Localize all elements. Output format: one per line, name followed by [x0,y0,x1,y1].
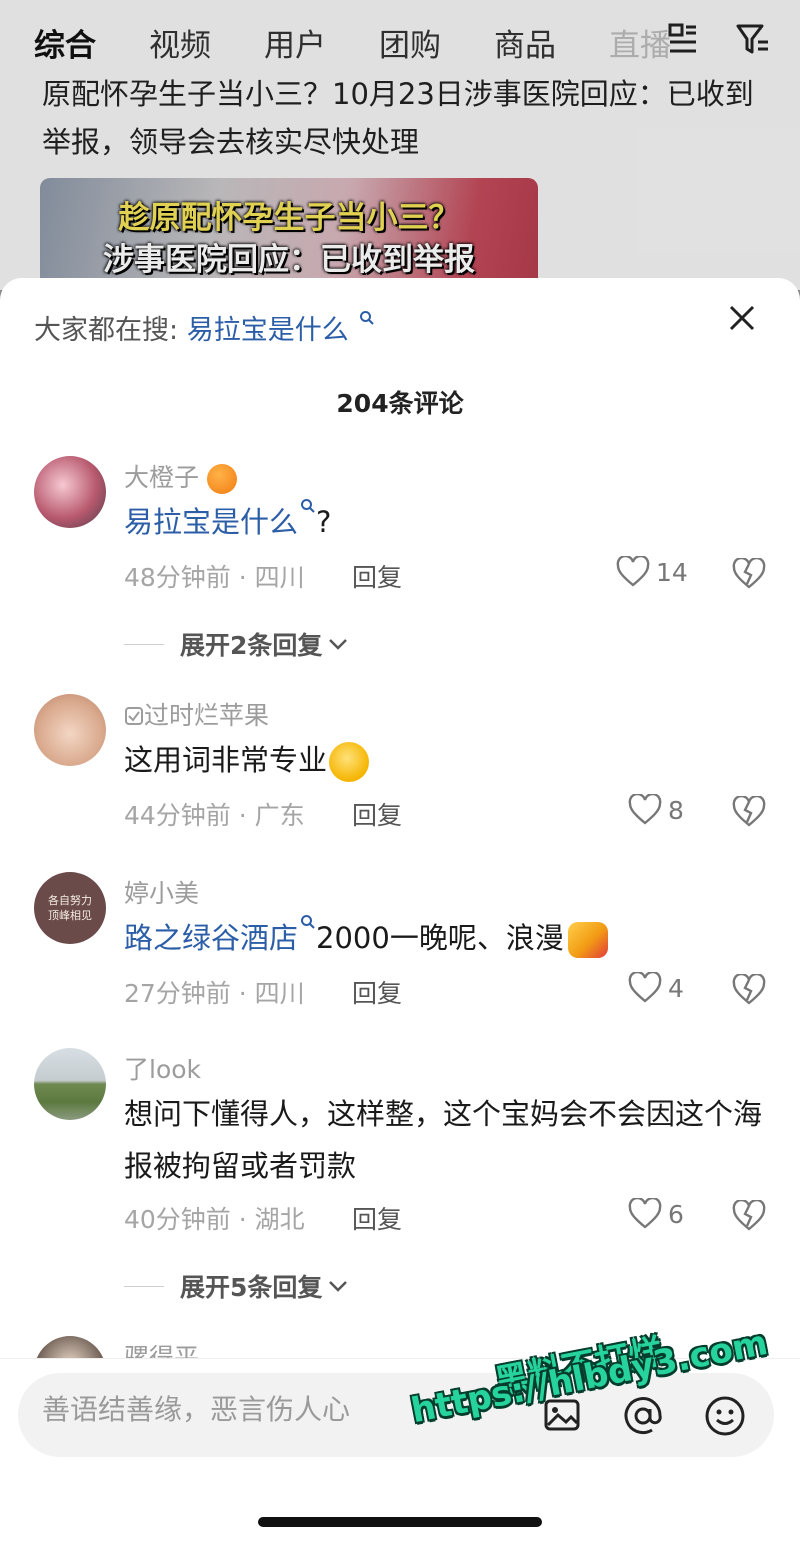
divider [124,1285,164,1287]
comment-text: 这用词非常专业 [124,734,764,786]
comment-meta: 48分钟前 · 四川 [124,563,305,592]
search-icon [301,499,315,513]
comment-input[interactable] [42,1393,402,1426]
broken-heart-icon[interactable] [732,558,766,590]
like-button[interactable]: 14 [616,556,688,588]
comment-meta: 44分钟前 · 广东 [124,801,305,830]
hot-search-prefix: 大家都在搜: [34,315,179,346]
comment-search-link[interactable]: 易拉宝是什么 [124,505,298,539]
mention-icon[interactable] [622,1395,664,1437]
search-icon [360,311,375,325]
close-icon[interactable] [728,304,756,332]
emoji-icon[interactable] [704,1395,746,1437]
broken-heart-icon[interactable] [732,796,766,828]
avatar-caption: 各自努力 顶峰相见 [48,894,92,922]
heart-icon [628,1198,662,1229]
thumbs-up-icon [567,922,608,958]
like-count: 8 [668,795,684,825]
avatar[interactable]: 各自努力 顶峰相见 [34,872,106,944]
comment-text: 路之绿谷酒店 2000一晚呢、浪漫 [124,912,764,964]
comment-text: 想问下懂得人，这样整，这个宝妈会不会因这个海报被拘留或者罚款 [124,1097,763,1183]
comment-input-container[interactable] [18,1373,774,1457]
reply-button[interactable]: 回复 [352,796,402,832]
laughing-emoji-icon [329,742,370,782]
heart-icon [616,556,650,587]
reply-button[interactable]: 回复 [352,974,402,1010]
heart-icon [628,794,662,825]
broken-heart-icon[interactable] [732,1200,766,1232]
comment-text: 易拉宝是什么? [124,496,764,548]
broken-heart-icon[interactable] [732,974,766,1006]
comment-count: 204条评论 [336,389,464,418]
divider [124,643,164,645]
orange-emoji-icon [206,464,237,494]
reply-button[interactable]: 回复 [352,558,402,594]
search-icon [301,915,315,929]
avatar[interactable] [34,694,106,766]
avatar[interactable] [34,1048,106,1120]
expand-replies-button[interactable]: 展开2条回复 [124,626,350,662]
avatar[interactable] [34,456,106,528]
heart-icon [628,972,662,1003]
like-count: 14 [656,557,688,587]
background-search-page: 综合 视频 用户 团购 商品 直播 原配怀孕生子当小三？10月23日涉事医院回应… [0,0,800,290]
like-button[interactable]: 6 [628,1198,684,1230]
like-button[interactable]: 8 [628,794,684,826]
comment-username[interactable]: 过时烂苹果 [124,696,269,732]
chevron-down-icon [329,639,348,650]
comment-meta: 40分钟前 · 湖北 [124,1205,305,1234]
hot-search-row[interactable]: 大家都在搜: 易拉宝是什么 [34,308,375,347]
like-count: 4 [668,973,684,1003]
comment-username[interactable]: 大橙子 [124,458,237,494]
hot-search-keyword[interactable]: 易拉宝是什么 [187,315,349,346]
like-count: 6 [668,1199,684,1229]
comment-input-bar [0,1358,800,1542]
comment-username[interactable]: 了look [124,1050,201,1086]
background-dim-overlay [0,0,800,290]
comment-search-link[interactable]: 路之绿谷酒店 [124,921,298,955]
comment-username[interactable]: 婷小美 [124,874,199,910]
comment-meta: 27分钟前 · 四川 [124,979,305,1008]
chevron-down-icon [329,1281,348,1292]
like-button[interactable]: 4 [628,972,684,1004]
home-indicator[interactable] [258,1517,542,1527]
reply-button[interactable]: 回复 [352,1200,402,1236]
expand-replies-button[interactable]: 展开5条回复 [124,1268,350,1304]
checkbox-badge-icon [125,707,143,725]
